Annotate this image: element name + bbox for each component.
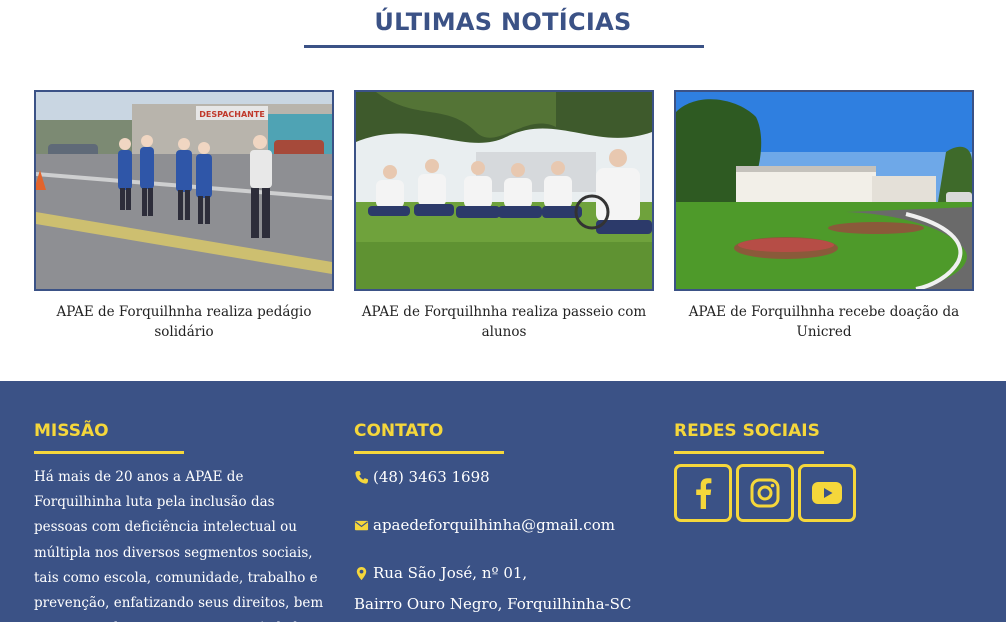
contact-address: Rua São José, nº 01, — [354, 564, 527, 582]
facebook-button[interactable] — [674, 464, 732, 522]
heading-underline — [34, 451, 184, 454]
news-card: APAE de Forquilhnha recebe doação da Uni… — [674, 90, 974, 342]
shop-sign-text: DESPACHANTE — [199, 110, 265, 119]
map-marker-icon — [354, 566, 369, 581]
news-thumbnail-link[interactable] — [674, 90, 974, 291]
instagram-icon — [750, 478, 780, 508]
news-section: ÚLTIMAS NOTÍCIAS DESPACHANTE APAE de For… — [0, 0, 1006, 381]
heading-underline — [674, 451, 824, 454]
instagram-button[interactable] — [736, 464, 794, 522]
news-caption-link[interactable]: APAE de Forquilhnha realiza passeio com … — [354, 302, 654, 342]
news-section-title: ÚLTIMAS NOTÍCIAS — [374, 8, 632, 36]
youtube-icon — [812, 482, 842, 504]
facebook-icon — [696, 478, 712, 509]
news-caption-link[interactable]: APAE de Forquilhnha recebe doação da Uni… — [674, 302, 974, 342]
mission-heading: MISSÃO — [34, 421, 109, 441]
contact-email[interactable]: apaedeforquilhinha@gmail.com — [354, 516, 615, 534]
mission-text: Há mais de 20 anos a APAE de Forquilhinh… — [34, 469, 324, 622]
group-on-grass-photo — [356, 92, 652, 289]
news-card: APAE de Forquilhnha realiza passeio com … — [354, 90, 654, 342]
site-footer: MISSÃO Há mais de 20 anos a APAE de Forq… — [0, 381, 1006, 622]
garden-building-photo — [676, 92, 972, 289]
contact-phone[interactable]: (48) 3463 1698 — [354, 468, 490, 486]
news-caption-link[interactable]: APAE de Forquilhnha realiza pedágio soli… — [34, 302, 334, 342]
phone-number: (48) 3463 1698 — [373, 468, 490, 486]
phone-icon — [354, 470, 369, 485]
address-line-2: Bairro Ouro Negro, Forquilhinha-SC — [354, 595, 632, 613]
contact-address-continued: Bairro Ouro Negro, Forquilhinha-SC — [354, 595, 631, 613]
contact-heading: CONTATO — [354, 421, 444, 441]
email-address: apaedeforquilhinha@gmail.com — [373, 516, 615, 534]
news-card: DESPACHANTE APAE de Forquilhnha realiza … — [34, 90, 334, 342]
title-underline — [304, 45, 704, 48]
heading-underline — [354, 451, 504, 454]
envelope-icon — [354, 518, 369, 533]
news-thumbnail-link[interactable]: DESPACHANTE — [34, 90, 334, 291]
social-heading: REDES SOCIAIS — [674, 421, 820, 441]
group-on-street-photo: DESPACHANTE — [36, 92, 332, 289]
news-thumbnail-link[interactable] — [354, 90, 654, 291]
address-line-1: Rua São José, nº 01, — [373, 564, 528, 582]
youtube-button[interactable] — [798, 464, 856, 522]
